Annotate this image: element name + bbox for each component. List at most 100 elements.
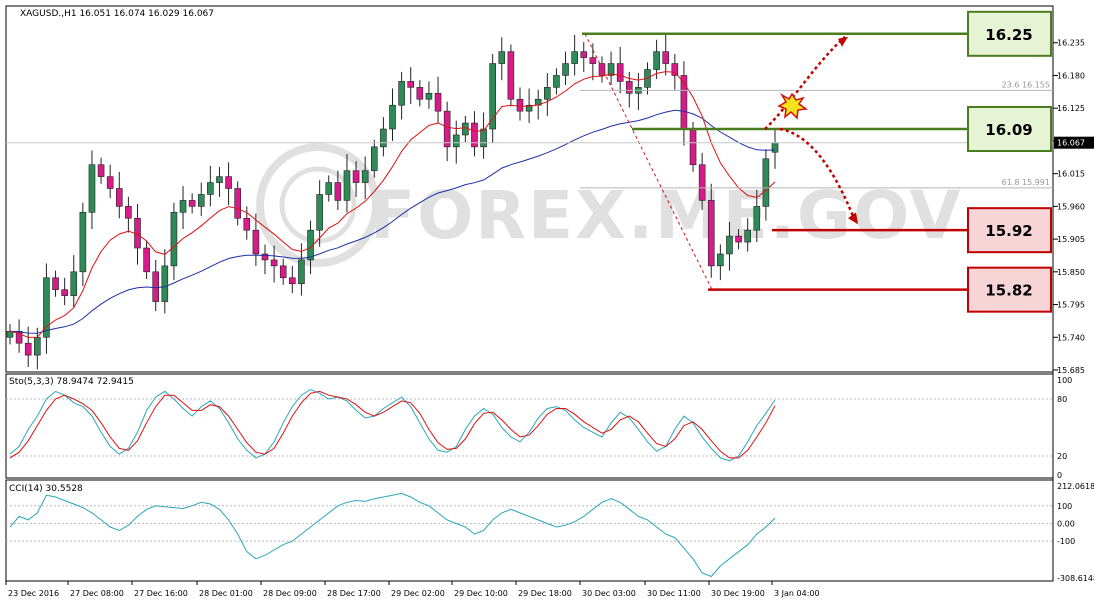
candle-body — [234, 188, 241, 219]
candle-body — [407, 81, 415, 88]
candle-body — [316, 194, 323, 231]
candle-body — [507, 51, 515, 100]
candle-body — [361, 170, 369, 183]
candle-body — [197, 194, 205, 207]
candle-body — [471, 122, 478, 148]
candle-body — [289, 277, 296, 285]
candle-body — [152, 271, 160, 302]
cci-tick-label: 100 — [1057, 502, 1072, 511]
candle-body — [544, 87, 551, 100]
candle-body — [106, 176, 114, 189]
candle-body — [115, 188, 123, 207]
candle-body — [425, 93, 433, 100]
price-tick-label: 15.850 — [1057, 268, 1085, 277]
cci-tick-label: -100 — [1057, 537, 1075, 546]
candle-body — [598, 63, 606, 76]
current-price-text: 16.067 — [1057, 139, 1085, 148]
price-tick-label: 15.905 — [1057, 235, 1085, 244]
time-tick-label: 30 Dec 11:00 — [647, 589, 701, 598]
candle-body — [589, 57, 597, 64]
candle-body — [698, 164, 706, 201]
candle-body — [389, 104, 396, 130]
candle-body — [443, 110, 451, 148]
price-tick-label: 15.740 — [1057, 333, 1085, 342]
time-tick-label: 3 Jan 04:00 — [774, 589, 820, 598]
cci-tick-label: -308.6148 — [1057, 574, 1094, 583]
candle-body — [24, 342, 32, 356]
candle-body — [216, 176, 223, 183]
level-label-16-25: 16.25 — [985, 26, 1032, 44]
time-tick-label: 28 Dec 17:00 — [327, 589, 381, 598]
time-tick-label: 28 Dec 09:00 — [263, 589, 317, 598]
candle-body — [370, 146, 378, 171]
candle-body — [34, 336, 41, 356]
candle-body — [580, 51, 588, 58]
candle-body — [125, 206, 132, 219]
time-tick-label: 28 Dec 01:00 — [199, 589, 253, 598]
candle-body — [516, 98, 524, 112]
candle-body — [243, 217, 251, 231]
watermark-text: FOREX.ME.GOV — [370, 177, 962, 254]
candle-body — [225, 176, 232, 189]
price-tick-label: 16.125 — [1057, 104, 1085, 113]
level-label-15-82: 15.82 — [985, 282, 1032, 300]
chart-svg: FOREX.ME.GOV XAGUSD.,H1 16.051 16.074 16… — [5, 5, 1094, 598]
stoch-pane-title: Sto(5,3,3) 78.9474 72.9415 — [9, 377, 134, 387]
candle-body — [662, 51, 670, 64]
candle-body — [97, 164, 105, 177]
candle-body — [143, 247, 150, 273]
price-tick-label: 16.180 — [1057, 71, 1085, 80]
candle-body — [298, 259, 305, 285]
candle-body — [270, 259, 278, 267]
candle-body — [279, 265, 287, 279]
candle-body — [79, 212, 87, 273]
stoch-pane-frame — [5, 373, 1054, 479]
candle-body — [689, 128, 697, 166]
candle-body — [188, 200, 196, 207]
time-tick-label: 30 Dec 03:00 — [582, 589, 636, 598]
chart-window: FOREX.ME.GOV XAGUSD.,H1 16.051 16.074 16… — [0, 0, 1094, 605]
time-tick-label: 30 Dec 19:00 — [711, 589, 765, 598]
cci-pane-frame — [5, 479, 1054, 582]
time-tick-label: 29 Dec 10:00 — [454, 589, 508, 598]
candle-body — [717, 253, 724, 267]
candle-body — [380, 128, 387, 148]
time-tick-label: 27 Dec 08:00 — [70, 589, 124, 598]
candle-body — [343, 170, 351, 201]
fib-label: 23.6 16.155 — [1002, 80, 1050, 89]
time-tick-label: 23 Dec 2016 — [8, 589, 59, 598]
stoch-tick-label: 80 — [1057, 395, 1067, 404]
candle-body — [398, 81, 405, 106]
candle-body — [207, 182, 214, 195]
price-tick-label: 15.685 — [1057, 366, 1085, 375]
candle-body — [252, 229, 260, 255]
candle-body — [762, 158, 770, 207]
candle-body — [52, 277, 59, 290]
candle-body — [771, 142, 779, 153]
time-tick-label: 29 Dec 18:00 — [518, 589, 572, 598]
candle-body — [179, 200, 187, 213]
candle-body — [726, 235, 733, 255]
candle-body — [88, 164, 96, 213]
candle-body — [170, 212, 178, 267]
candle-body — [571, 51, 578, 64]
level-label-16-09: 16.09 — [985, 121, 1032, 139]
candle-body — [452, 134, 460, 148]
candle-body — [498, 51, 506, 64]
price-tick-label: 16.235 — [1057, 39, 1085, 48]
candle-body — [480, 128, 487, 148]
candle-body — [753, 206, 761, 231]
candle-body — [61, 289, 68, 296]
candle-body — [562, 63, 569, 76]
stoch-tick-label: 20 — [1057, 452, 1067, 461]
candle-body — [70, 271, 78, 296]
candle-body — [616, 63, 624, 82]
cci-tick-label: 0.00 — [1057, 519, 1075, 528]
candle-body — [553, 75, 560, 88]
candle-body — [416, 87, 424, 100]
candle-body — [434, 93, 442, 112]
price-tick-label: 16.015 — [1057, 170, 1085, 179]
candle-body — [707, 200, 715, 267]
candle-body — [462, 122, 469, 136]
main-pane-title: XAGUSD.,H1 16.051 16.074 16.029 16.067 — [20, 9, 214, 19]
